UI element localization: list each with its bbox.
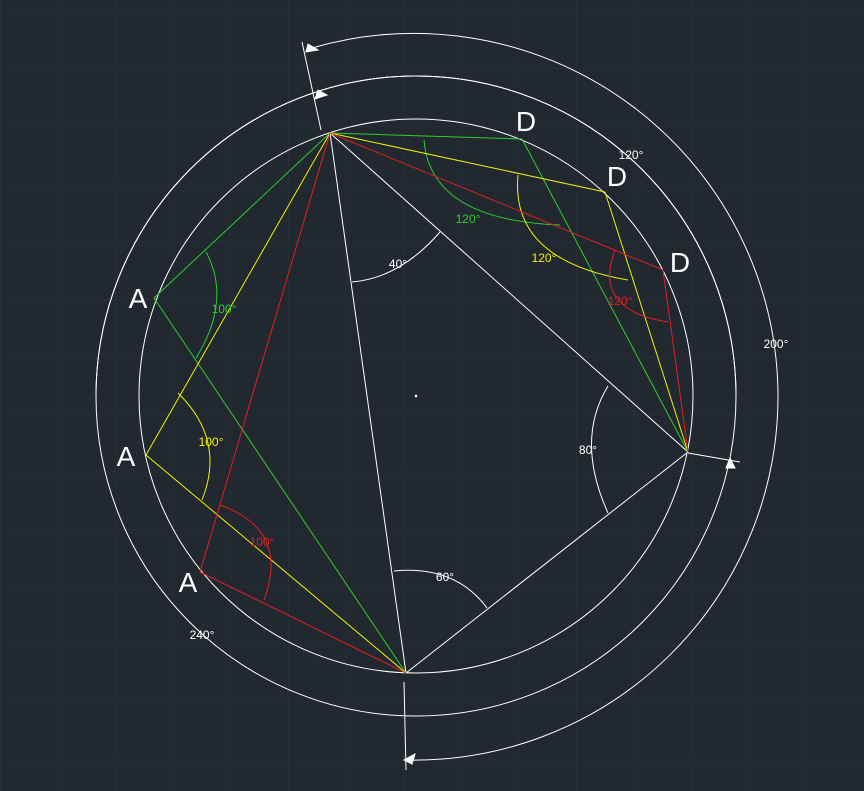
- circle-center: [414, 394, 418, 398]
- angle-label-outer-120: 120°: [619, 148, 644, 162]
- angle-label-right-center: 80°: [579, 443, 597, 457]
- angle-label-yellow-d: 120°: [532, 251, 557, 265]
- angle-label-green-d: 120°: [456, 212, 481, 226]
- angle-label-outer-240: 240°: [190, 628, 215, 642]
- angle-label-red-d: 120°: [608, 294, 633, 308]
- point-label-a-top: A: [129, 283, 148, 314]
- angle-label-bottom-center: 60°: [436, 570, 454, 584]
- geometry-drawing: A A A D D D 40° 80° 60° 120° 200° 240° 1…: [0, 0, 864, 791]
- angle-label-green-a: 100°: [212, 302, 237, 316]
- point-label-a-bottom: A: [179, 567, 198, 598]
- angle-label-top-center: 40°: [389, 257, 407, 271]
- point-label-d-top: D: [516, 106, 536, 137]
- point-label-d-middle: D: [607, 161, 627, 192]
- angle-label-outer-200: 200°: [764, 337, 789, 351]
- point-label-d-bottom: D: [670, 247, 690, 278]
- angle-label-red-a: 100°: [250, 535, 275, 549]
- point-label-a-middle: A: [117, 441, 136, 472]
- angle-label-yellow-a: 100°: [199, 435, 224, 449]
